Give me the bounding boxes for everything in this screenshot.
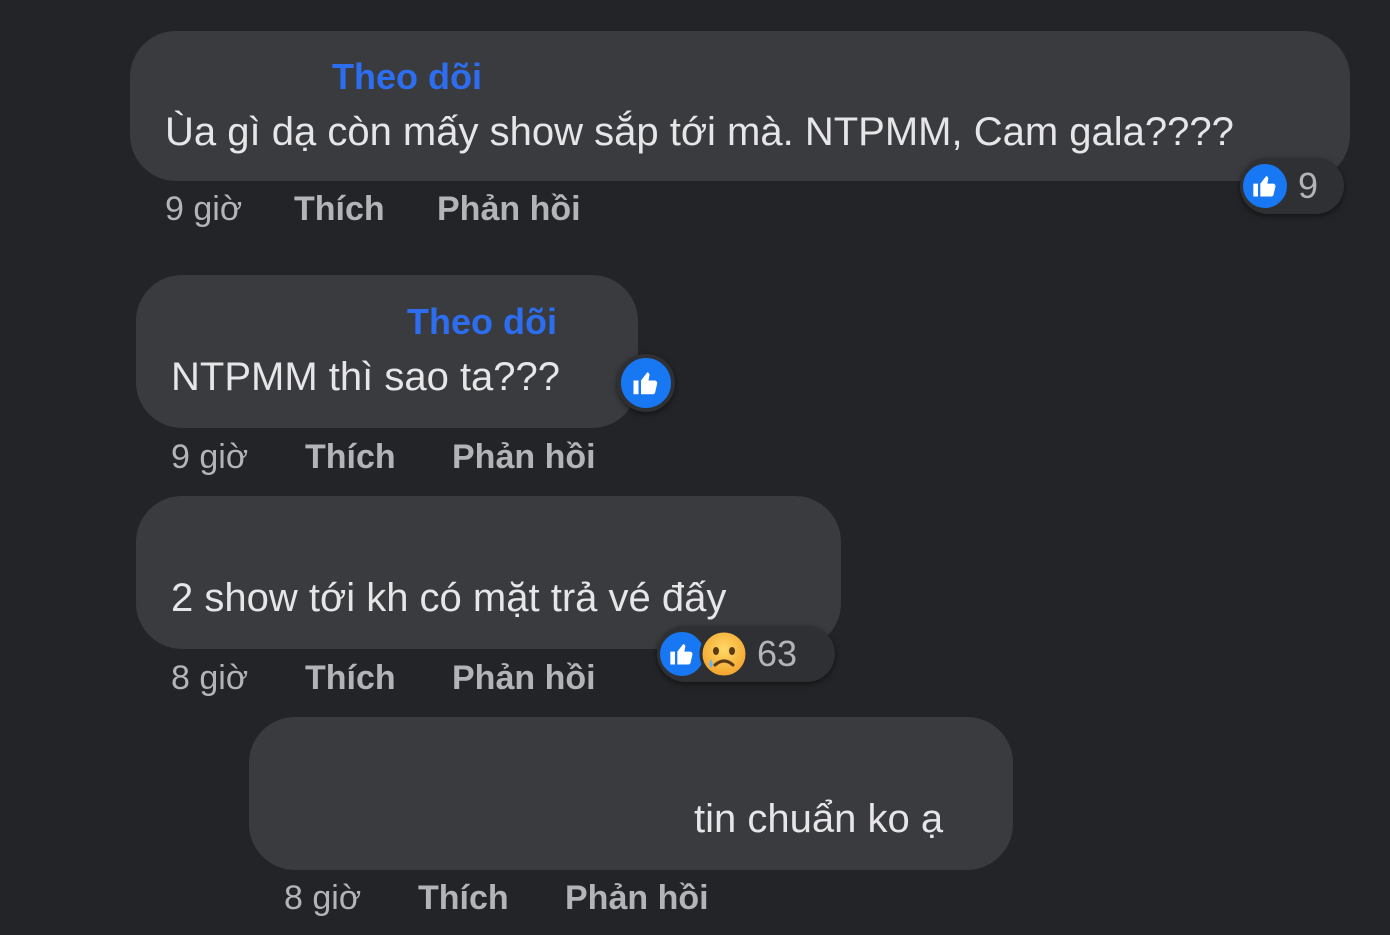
comment-text-3: 2 show tới kh có mặt trả vé đấy <box>171 576 727 620</box>
comment-text-2: NTPMM thì sao ta??? <box>171 355 561 399</box>
like-button-3[interactable]: Thích <box>305 659 396 698</box>
reply-button-4[interactable]: Phản hồi <box>565 879 709 918</box>
reaction-count-3: 63 <box>757 633 798 674</box>
comment-bubble-1 <box>130 31 1350 181</box>
comment-time-1: 9 giờ <box>165 190 243 228</box>
thumbs-up-icon <box>633 372 658 395</box>
reaction-summary-3[interactable]: 63 <box>657 626 835 682</box>
like-button-2[interactable]: Thích <box>305 438 396 477</box>
comment-time-4: 8 giờ <box>284 879 362 917</box>
like-button-4[interactable]: Thích <box>418 879 509 918</box>
comment-time-3: 8 giờ <box>171 659 249 697</box>
follow-link-1[interactable]: Theo dõi <box>332 56 482 98</box>
comment-text-4: tin chuẩn ko ạ <box>694 797 944 841</box>
reaction-like-2[interactable] <box>617 354 675 412</box>
reaction-summary-1[interactable]: 9 <box>1240 158 1344 214</box>
sad-face-icon <box>699 629 749 679</box>
reply-button-1[interactable]: Phản hồi <box>437 190 581 229</box>
comment-text-1: Ùa gì dạ còn mấy show sắp tới mà. NTPMM,… <box>165 110 1234 154</box>
follow-link-2[interactable]: Theo dõi <box>407 301 557 343</box>
reply-button-2[interactable]: Phản hồi <box>452 438 596 477</box>
reaction-count-1: 9 <box>1298 165 1319 206</box>
thumbs-up-icon <box>1240 161 1290 211</box>
comment-time-2: 9 giờ <box>171 438 249 476</box>
comment-bubble-4 <box>249 717 1013 870</box>
like-button-1[interactable]: Thích <box>294 190 385 229</box>
comment-bubble-2 <box>136 275 638 428</box>
reply-button-3[interactable]: Phản hồi <box>452 659 596 698</box>
